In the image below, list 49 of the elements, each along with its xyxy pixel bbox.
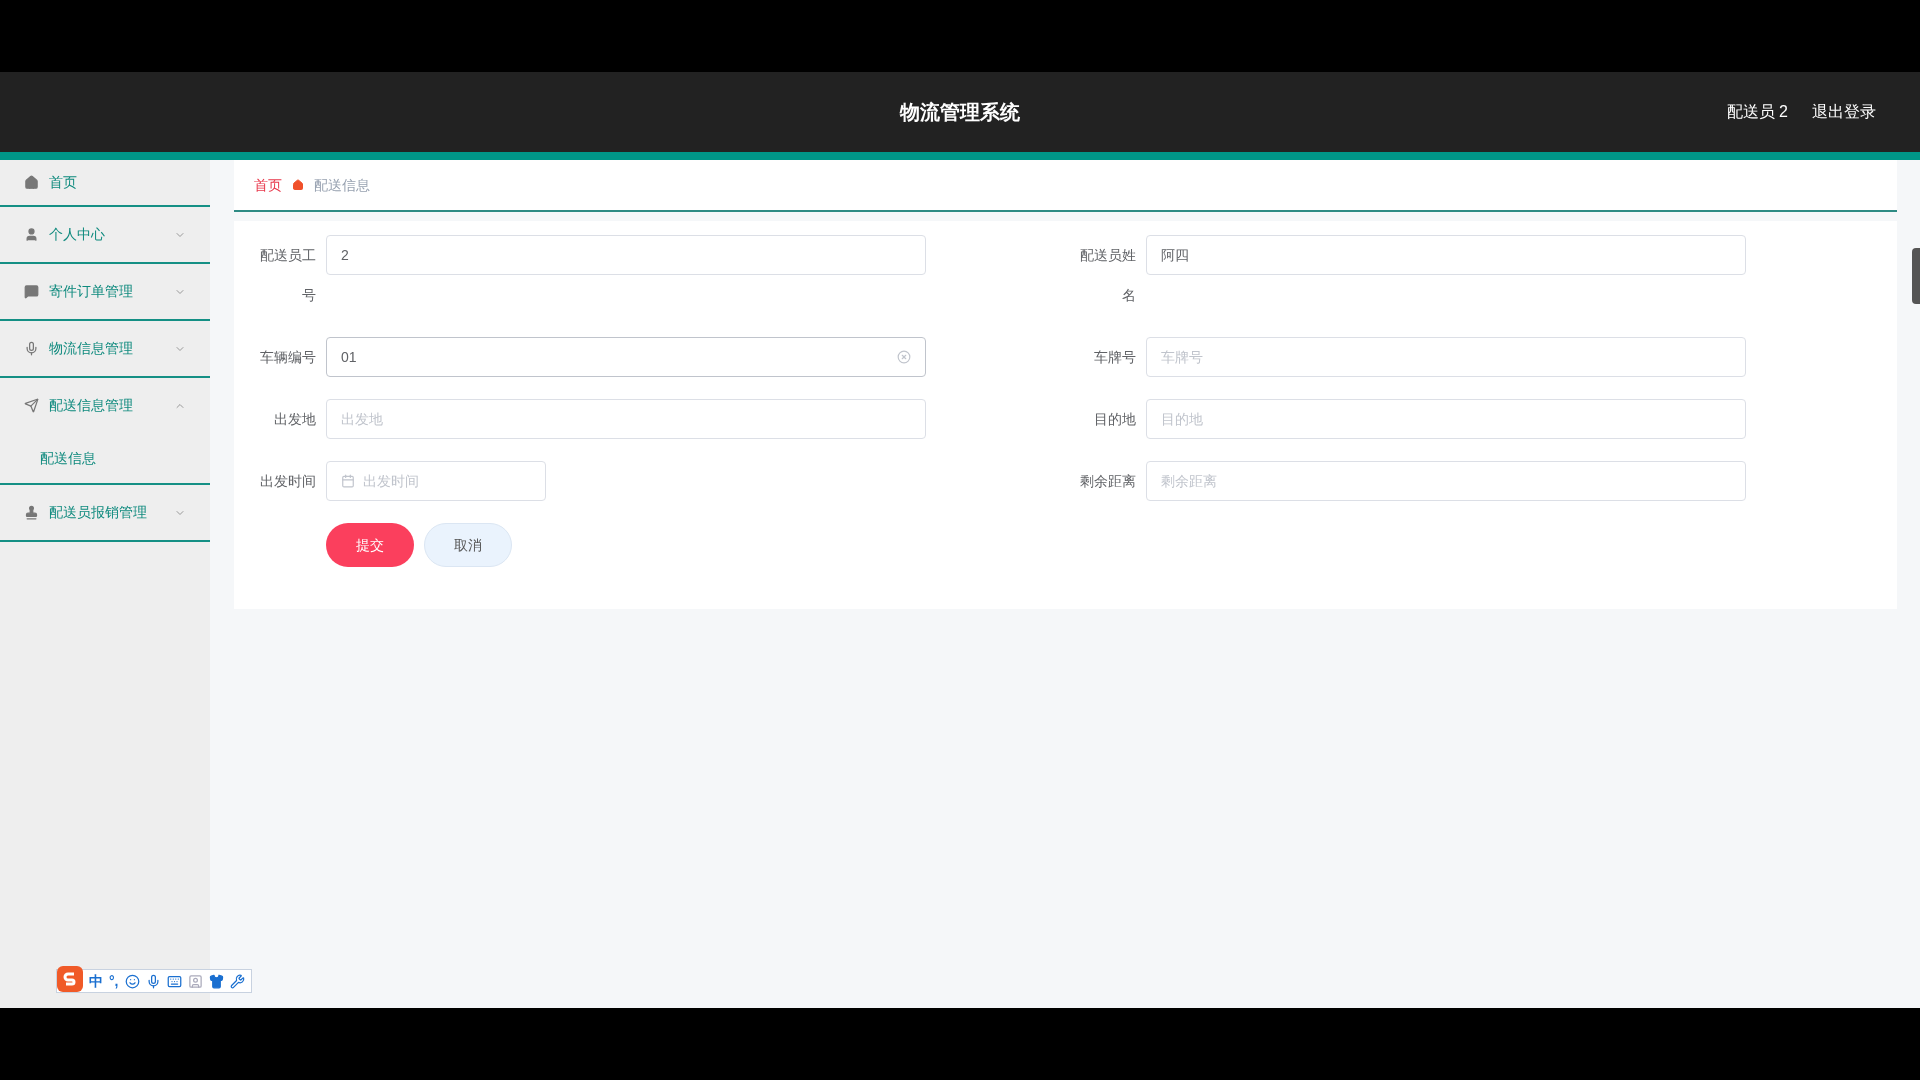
input-field[interactable]: 01 — [326, 337, 926, 377]
chat-icon — [24, 284, 39, 299]
field-label: 出发时间 — [259, 472, 316, 491]
user-name: 配送员 2 — [1726, 102, 1788, 122]
calendar-icon — [341, 474, 355, 488]
input-field[interactable]: 2 — [326, 235, 926, 275]
stamp-icon — [24, 505, 39, 520]
field-label: 剩余距离 — [1079, 472, 1136, 491]
keyboard-icon[interactable] — [166, 973, 182, 989]
smile-icon[interactable] — [124, 973, 140, 989]
home-icon — [292, 179, 304, 191]
field-placeholder: 目的地 — [1161, 409, 1203, 429]
sidebar-item[interactable]: 首页 — [0, 160, 210, 205]
wrench-icon[interactable] — [229, 973, 245, 989]
field-value: 阿四 — [1161, 245, 1189, 265]
microphone-icon[interactable] — [145, 973, 161, 989]
field-label: 配送员姓名 — [1079, 246, 1136, 305]
field-value: 01 — [341, 347, 357, 367]
ime-punctuation[interactable]: °, — [109, 970, 119, 992]
sidebar-item[interactable]: 寄件订单管理 — [0, 264, 210, 319]
field-placeholder: 剩余距离 — [1161, 471, 1217, 491]
breadcrumb-link[interactable]: 首页 — [254, 174, 282, 196]
field-label: 出发地 — [273, 410, 316, 429]
field-value: 2 — [341, 245, 349, 265]
submenu-item[interactable]: 配送信息 — [0, 433, 210, 483]
side-widget — [1912, 248, 1920, 304]
cancel-button[interactable]: 取消 — [424, 523, 512, 567]
field-label: 目的地 — [1093, 410, 1136, 429]
logout-link[interactable]: 退出登录 — [1812, 100, 1876, 124]
breadcrumb-current: 配送信息 — [314, 175, 370, 195]
microphone-icon — [24, 341, 39, 356]
sidebar-item[interactable]: 配送信息管理 — [0, 378, 210, 433]
sidebar-item[interactable]: 个人中心 — [0, 207, 210, 262]
field-placeholder: 出发时间 — [363, 471, 419, 491]
home-icon — [24, 175, 39, 190]
paper-plane-icon — [24, 398, 39, 413]
sidebar-item[interactable]: 配送员报销管理 — [0, 485, 210, 540]
input-field[interactable]: 阿四 — [1146, 235, 1746, 275]
field-label: 车牌号 — [1093, 348, 1136, 367]
submit-button[interactable]: 提交 — [326, 523, 414, 567]
ime-mode[interactable]: 中 — [89, 970, 103, 992]
field-label: 配送员工号 — [259, 246, 316, 305]
app-title: 物流管理系统 — [900, 100, 1020, 125]
shirt-icon[interactable] — [208, 973, 224, 989]
user-icon — [24, 227, 39, 242]
field-placeholder: 出发地 — [341, 409, 383, 429]
sidebar-item[interactable]: 物流信息管理 — [0, 321, 210, 376]
field-placeholder: 车牌号 — [1161, 347, 1203, 367]
field-label: 车辆编号 — [259, 348, 316, 367]
